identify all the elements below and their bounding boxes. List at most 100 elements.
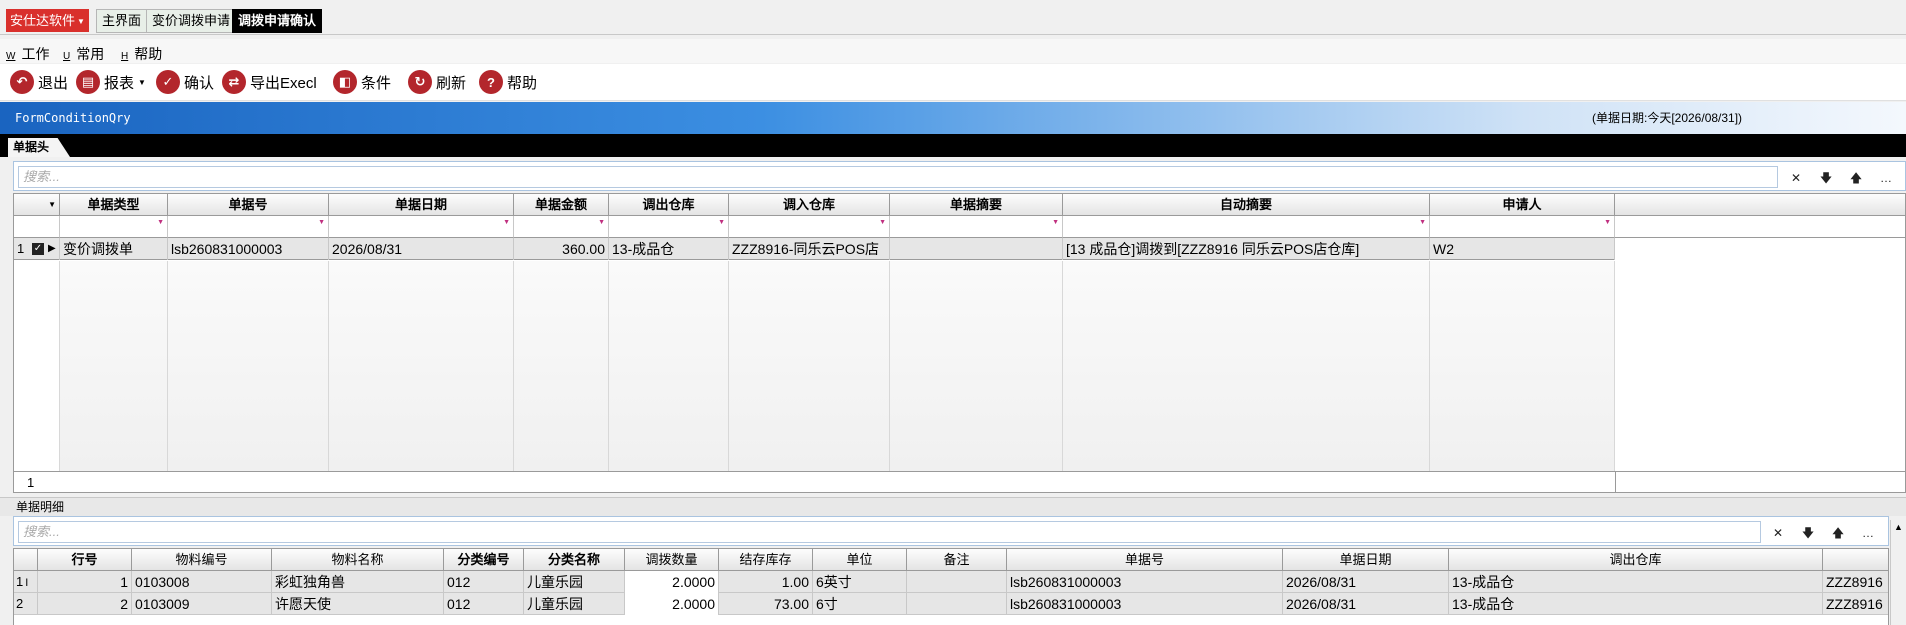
- table-row[interactable]: 1I 1 0103008 彩虹独角兽 012 儿童乐园 2.0000 1.00 …: [14, 571, 1888, 593]
- detail-search-input[interactable]: 搜索...: [18, 521, 1761, 543]
- column-header[interactable]: 行号: [38, 549, 132, 571]
- cell-doc-date[interactable]: 2026/08/31: [1283, 571, 1449, 593]
- export-excel-button[interactable]: ⇄ 导出Execl: [222, 69, 317, 95]
- row-indicator[interactable]: 1I: [14, 571, 38, 593]
- row-indicator[interactable]: 1 ✓ ▶: [14, 238, 60, 260]
- menu-help[interactable]: H 帮助: [121, 44, 162, 64]
- column-header[interactable]: 单据号: [168, 194, 329, 216]
- column-header[interactable]: 备注: [907, 549, 1007, 571]
- exit-button[interactable]: ↶ 退出: [10, 69, 68, 95]
- cell-unit[interactable]: 6寸: [813, 593, 907, 615]
- tab-main[interactable]: 主界面: [96, 9, 148, 33]
- cell-line-no[interactable]: 2: [38, 593, 132, 615]
- cell-transfer-qty[interactable]: 2.0000: [625, 571, 719, 593]
- cell-out-warehouse[interactable]: 13-成品仓: [1449, 571, 1823, 593]
- row-checkbox[interactable]: ✓: [32, 243, 44, 255]
- table-row[interactable]: 1 ✓ ▶ 变价调拨单 lsb260831000003 2026/08/31 3…: [14, 238, 1615, 260]
- cell-doc-no[interactable]: lsb260831000003: [1007, 593, 1283, 615]
- cell-applicant[interactable]: W2: [1430, 238, 1615, 260]
- column-header[interactable]: 调拨数量: [625, 549, 719, 571]
- refresh-button[interactable]: ↻ 刷新: [408, 69, 466, 95]
- column-filter[interactable]: ▼: [609, 216, 729, 238]
- row-indicator[interactable]: 2: [14, 593, 38, 615]
- arrow-down-icon[interactable]: 🡇: [1814, 168, 1838, 188]
- more-options-icon[interactable]: …: [1874, 168, 1898, 188]
- brand-menu-button[interactable]: 安仕达软件 ▼: [6, 9, 89, 32]
- menu-common[interactable]: U 常用: [63, 44, 104, 64]
- column-header[interactable]: 调入仓库: [729, 194, 890, 216]
- column-header[interactable]: 分类编号: [444, 549, 524, 571]
- tab-document-header[interactable]: 单据头: [8, 138, 70, 157]
- column-header[interactable]: 单据金额: [514, 194, 609, 216]
- column-filter[interactable]: ▼: [60, 216, 168, 238]
- cell-note[interactable]: [907, 593, 1007, 615]
- cell-material-code[interactable]: 0103008: [132, 571, 272, 593]
- cell-out-warehouse[interactable]: 13-成品仓: [609, 238, 729, 260]
- column-filter[interactable]: ▼: [890, 216, 1063, 238]
- detail-vertical-scrollbar[interactable]: ▲: [1890, 520, 1906, 625]
- cell-stock[interactable]: 1.00: [719, 571, 813, 593]
- column-header[interactable]: 单位: [813, 549, 907, 571]
- clear-search-icon[interactable]: ✕: [1766, 523, 1790, 543]
- arrow-up-icon[interactable]: 🡅: [1844, 168, 1868, 188]
- arrow-down-icon[interactable]: 🡇: [1796, 523, 1820, 543]
- column-header[interactable]: 自动摘要: [1063, 194, 1430, 216]
- cell-transfer-qty[interactable]: 2.0000: [625, 593, 719, 615]
- cell-summary[interactable]: [890, 238, 1063, 260]
- clear-search-icon[interactable]: ✕: [1784, 168, 1808, 188]
- confirm-button[interactable]: ✓ 确认: [156, 69, 214, 95]
- column-header[interactable]: 单据日期: [329, 194, 514, 216]
- cell-overflow[interactable]: ZZZ8916: [1823, 571, 1888, 593]
- cell-note[interactable]: [907, 571, 1007, 593]
- column-filter[interactable]: ▼: [168, 216, 329, 238]
- help-button[interactable]: ? 帮助: [479, 69, 537, 95]
- cell-doc-no[interactable]: lsb260831000003: [168, 238, 329, 260]
- cell-line-no[interactable]: 1: [38, 571, 132, 593]
- table-row[interactable]: 2 2 0103009 许愿天使 012 儿童乐园 2.0000 73.00 6…: [14, 593, 1888, 615]
- cell-in-warehouse[interactable]: ZZZ8916-同乐云POS店: [729, 238, 890, 260]
- column-header[interactable]: 单据摘要: [890, 194, 1063, 216]
- column-header[interactable]: 单据类型: [60, 194, 168, 216]
- column-filter[interactable]: ▼: [729, 216, 890, 238]
- column-header[interactable]: 物料编号: [132, 549, 272, 571]
- cell-category-code[interactable]: 012: [444, 593, 524, 615]
- arrow-up-icon[interactable]: 🡅: [1826, 523, 1850, 543]
- column-header[interactable]: 调出仓库: [609, 194, 729, 216]
- cell-category-name[interactable]: 儿童乐园: [524, 593, 625, 615]
- cell-doc-no[interactable]: lsb260831000003: [1007, 571, 1283, 593]
- cell-doc-date[interactable]: 2026/08/31: [329, 238, 514, 260]
- tab-transfer-confirm[interactable]: 调拨申请确认: [232, 9, 323, 33]
- cell-category-code[interactable]: 012: [444, 571, 524, 593]
- cell-auto-summary[interactable]: [13 成品仓]调拨到[ZZZ8916 同乐云POS店仓库]: [1063, 238, 1430, 260]
- cell-unit[interactable]: 6英寸: [813, 571, 907, 593]
- cell-out-warehouse[interactable]: 13-成品仓: [1449, 593, 1823, 615]
- column-header[interactable]: 调出仓库: [1449, 549, 1823, 571]
- column-header[interactable]: 结存库存: [719, 549, 813, 571]
- grid-indicator-header[interactable]: ▼: [14, 194, 60, 216]
- column-header[interactable]: 申请人: [1430, 194, 1615, 216]
- column-header[interactable]: 单据号: [1007, 549, 1283, 571]
- cell-material-name[interactable]: 许愿天使: [272, 593, 444, 615]
- column-header[interactable]: 物料名称: [272, 549, 444, 571]
- cell-stock[interactable]: 73.00: [719, 593, 813, 615]
- column-header[interactable]: 分类名称: [524, 549, 625, 571]
- report-button[interactable]: ▤ 报表 ▼: [76, 69, 146, 95]
- cell-material-name[interactable]: 彩虹独角兽: [272, 571, 444, 593]
- menu-work[interactable]: W 工作: [6, 44, 49, 64]
- column-header[interactable]: 单据日期: [1283, 549, 1449, 571]
- cell-doc-amount[interactable]: 360.00: [514, 238, 609, 260]
- cell-doc-type[interactable]: 变价调拨单: [60, 238, 168, 260]
- column-filter[interactable]: ▼: [514, 216, 609, 238]
- column-filter[interactable]: ▼: [1430, 216, 1615, 238]
- header-search-input[interactable]: 搜索...: [18, 166, 1778, 188]
- cell-material-code[interactable]: 0103009: [132, 593, 272, 615]
- cell-overflow[interactable]: ZZZ8916: [1823, 593, 1888, 615]
- condition-button[interactable]: ◧ 条件: [333, 69, 391, 95]
- tab-price-transfer-request[interactable]: 变价调拨申请: [146, 9, 237, 33]
- column-filter[interactable]: ▼: [1063, 216, 1430, 238]
- column-filter[interactable]: ▼: [329, 216, 514, 238]
- cell-category-name[interactable]: 儿童乐园: [524, 571, 625, 593]
- more-options-icon[interactable]: …: [1856, 523, 1880, 543]
- cell-doc-date[interactable]: 2026/08/31: [1283, 593, 1449, 615]
- scroll-up-icon[interactable]: ▲: [1894, 522, 1903, 532]
